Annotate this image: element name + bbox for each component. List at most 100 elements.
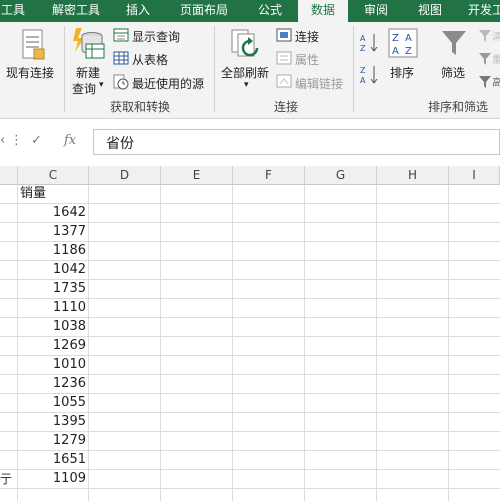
svg-text:Z: Z <box>360 44 366 53</box>
cell-c[interactable]: 1377 <box>18 223 88 241</box>
svg-text:高: 高 <box>492 76 500 89</box>
tab-page-layout[interactable]: 页面布局 <box>176 0 232 22</box>
column-header-row: C D E F G H I <box>0 166 500 185</box>
group-connections-label: 连接 <box>273 100 298 114</box>
tab-insert[interactable]: 插入 <box>120 0 156 22</box>
show-queries-button[interactable]: 显示查询 <box>132 28 180 45</box>
column-header-h[interactable]: H <box>377 166 449 184</box>
table-row: 1038 <box>0 318 500 337</box>
cell-area: 销量 1642 1377 1186 1042 1735 1110 1038 12… <box>0 185 500 489</box>
formula-bar: ‹ ⋮ ✓ fx 省份 <box>0 125 500 157</box>
refresh-all-icon <box>230 28 262 65</box>
clear-filter-icon[interactable]: 清 <box>478 28 500 47</box>
table-row: 1110 <box>0 299 500 318</box>
group-get-transform-label: 获取和转换 <box>109 100 170 114</box>
cell-c[interactable]: 1651 <box>18 451 88 469</box>
cell-c[interactable]: 1042 <box>18 261 88 279</box>
ribbon: 现有连接 新建 查询 ▾ 显示查询 从表格 最近使用的源 获取和转换 全部刷新 … <box>0 22 500 119</box>
svg-text:A: A <box>392 46 399 57</box>
table-row: 1042 <box>0 261 500 280</box>
cell-c[interactable]: 1038 <box>18 318 88 336</box>
properties-icon <box>276 51 292 68</box>
refresh-all-button[interactable]: 全部刷新 <box>221 64 269 81</box>
existing-connections-icon <box>20 28 46 65</box>
column-header-g[interactable]: G <box>305 166 377 184</box>
table-row: 亍 1109 <box>0 470 500 489</box>
table-row: 1236 <box>0 375 500 394</box>
existing-connections-button[interactable]: 现有连接 <box>6 64 54 81</box>
svg-text:清: 清 <box>492 30 500 43</box>
table-row: 1186 <box>0 242 500 261</box>
column-header-d[interactable]: D <box>89 166 161 184</box>
table-row: 1735 <box>0 280 500 299</box>
tab-developer[interactable]: 开发工 <box>466 0 500 22</box>
from-table-button[interactable]: 从表格 <box>132 51 168 68</box>
column-header-c[interactable]: C <box>18 166 89 184</box>
properties-button[interactable]: 属性 <box>295 51 319 68</box>
svg-text:Z: Z <box>405 46 412 57</box>
cell-c[interactable]: 1236 <box>18 375 88 393</box>
cell-c[interactable]: 1735 <box>18 280 88 298</box>
sort-az-icon[interactable]: AZ <box>360 32 380 57</box>
cell-c[interactable]: 1109 <box>18 470 88 488</box>
svg-text:重: 重 <box>492 53 500 66</box>
formula-input[interactable]: 省份 <box>93 129 500 155</box>
table-row: 1395 <box>0 413 500 432</box>
tab-formulas[interactable]: 公式 <box>252 0 288 22</box>
sort-dialog-icon: Z A A Z <box>388 28 418 61</box>
edit-links-button[interactable]: 编辑链接 <box>295 75 343 92</box>
confirm-icon[interactable]: ✓ <box>31 133 42 148</box>
tab-review[interactable]: 审阅 <box>358 0 394 22</box>
worksheet-grid: C D E F G H I 销量 1642 1377 1186 1042 173… <box>0 166 500 501</box>
cell-c-header[interactable]: 销量 <box>18 185 88 203</box>
filter-icon <box>440 28 468 61</box>
edit-links-icon <box>276 74 292 91</box>
reapply-filter-icon[interactable]: 重 <box>478 51 500 70</box>
new-query-icon <box>72 26 106 63</box>
table-row: 1377 <box>0 223 500 242</box>
tab-data[interactable]: 数据 <box>298 0 348 24</box>
table-row: 销量 <box>0 185 500 204</box>
cell-c[interactable]: 1110 <box>18 299 88 317</box>
table-row: 1651 <box>0 451 500 470</box>
sort-za-icon[interactable]: ZA <box>360 64 380 89</box>
formula-bar-separator: ⋮ <box>10 133 23 148</box>
cell-c[interactable]: 1010 <box>18 356 88 374</box>
cell-c[interactable]: 1395 <box>18 413 88 431</box>
filter-button[interactable]: 筛选 <box>441 64 465 81</box>
cell-c[interactable]: 1186 <box>18 242 88 260</box>
svg-text:A: A <box>405 33 412 44</box>
new-query-label-2[interactable]: 查询 <box>72 80 96 97</box>
table-row: 1010 <box>0 356 500 375</box>
connections-button[interactable]: 连接 <box>295 28 319 45</box>
recent-sources-icon <box>113 74 129 93</box>
column-header-b[interactable] <box>0 166 18 184</box>
tab-decrypt-tools[interactable]: 解密工具 <box>48 0 104 22</box>
new-query-label-1[interactable]: 新建 <box>76 64 100 81</box>
refresh-all-dropdown-icon[interactable]: ▾ <box>244 80 249 90</box>
cell-c[interactable]: 1055 <box>18 394 88 412</box>
cell-c[interactable]: 1279 <box>18 432 88 450</box>
cell-c[interactable]: 1269 <box>18 337 88 355</box>
table-row: 1269 <box>0 337 500 356</box>
new-query-dropdown-icon[interactable]: ▾ <box>99 80 104 90</box>
show-queries-icon <box>113 28 129 45</box>
sort-button[interactable]: 排序 <box>390 64 414 81</box>
column-header-i[interactable]: I <box>449 166 500 184</box>
tab-tools[interactable]: 工具 <box>0 0 26 22</box>
name-box-chevron-icon[interactable]: ‹ <box>0 133 5 148</box>
svg-text:A: A <box>360 34 366 43</box>
insert-function-icon[interactable]: fx <box>64 133 76 148</box>
recent-sources-button[interactable]: 最近使用的源 <box>132 75 204 92</box>
advanced-filter-icon[interactable]: 高 <box>478 74 500 93</box>
table-row: 1642 <box>0 204 500 223</box>
cell-c[interactable]: 1642 <box>18 204 88 222</box>
group-sort-filter-label: 排序和筛选 <box>427 100 488 114</box>
tab-view[interactable]: 视图 <box>412 0 448 22</box>
from-table-icon <box>113 51 129 68</box>
column-header-f[interactable]: F <box>233 166 305 184</box>
column-header-e[interactable]: E <box>161 166 233 184</box>
ribbon-tab-strip: 工具 解密工具 插入 页面布局 公式 数据 审阅 视图 开发工 <box>0 0 500 24</box>
connections-icon <box>276 28 292 45</box>
cell-b-partial[interactable]: 亍 <box>0 470 16 488</box>
